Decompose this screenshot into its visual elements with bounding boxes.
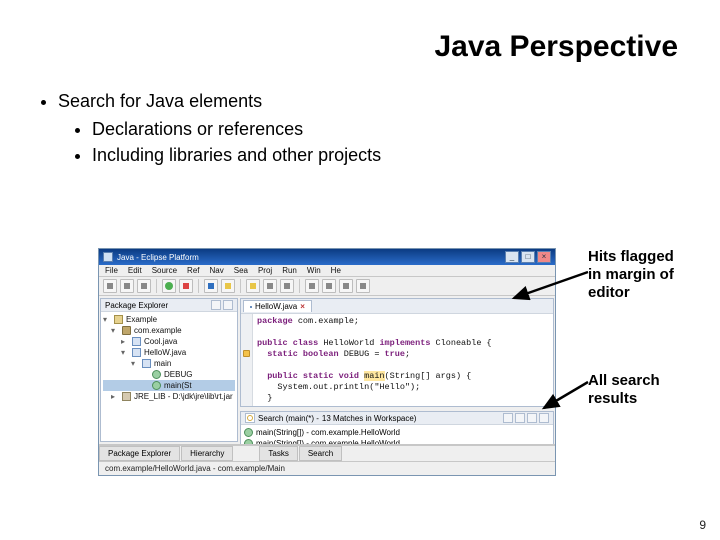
editor-view: HelloW.java × package com.example; publi…	[240, 298, 554, 407]
search-history-button[interactable]	[539, 413, 549, 423]
close-tab-icon[interactable]: ×	[300, 302, 305, 311]
new-class-button[interactable]	[204, 279, 218, 293]
run-button[interactable]	[162, 279, 176, 293]
menu-run[interactable]: Run	[282, 266, 297, 275]
tree-package[interactable]: ▾com.example	[103, 325, 235, 336]
window-title: Java - Eclipse Platform	[117, 253, 199, 262]
tree-class[interactable]: ▸Cool.java	[103, 336, 235, 347]
tree-type[interactable]: ▾main	[103, 358, 235, 369]
java-file-icon	[250, 306, 252, 308]
save-button[interactable]	[120, 279, 134, 293]
bullet-lvl2: Including libraries and other projects	[92, 142, 684, 168]
toolbar-button[interactable]	[263, 279, 277, 293]
menu-navigate[interactable]: Nav	[210, 266, 224, 275]
print-button[interactable]	[137, 279, 151, 293]
bullet-list: Search for Java elements Declarations or…	[36, 88, 684, 168]
search-nav-up-button[interactable]	[503, 413, 513, 423]
tab-tasks[interactable]: Tasks	[259, 446, 297, 461]
menu-edit[interactable]: Edit	[128, 266, 142, 275]
tree-jre[interactable]: ▸JRE_LIB - D:\jdk\jre\lib\rt.jar	[103, 391, 235, 402]
close-button[interactable]: ×	[537, 251, 551, 263]
maximize-button[interactable]: □	[521, 251, 535, 263]
search-count: 13 Matches in Workspace)	[322, 414, 417, 423]
ide-bottom-tabs: Package Explorer Hierarchy Tasks Search	[99, 445, 555, 461]
toolbar-button[interactable]	[339, 279, 353, 293]
search-icon	[245, 413, 255, 423]
search-hit-marker	[243, 350, 250, 357]
search-nav-down-button[interactable]	[515, 413, 525, 423]
package-explorer-view: Package Explorer ▾Example ▾com.example ▸…	[100, 298, 238, 442]
toolbar-button[interactable]	[305, 279, 319, 293]
tree-project[interactable]: ▾Example	[103, 314, 235, 325]
search-remove-button[interactable]	[527, 413, 537, 423]
bullet-lvl1: Search for Java elements	[58, 88, 684, 114]
toolbar-button[interactable]	[280, 279, 294, 293]
menu-window[interactable]: Win	[307, 266, 321, 275]
minimize-button[interactable]: _	[505, 251, 519, 263]
bullet-lvl2: Declarations or references	[92, 116, 684, 142]
open-type-button[interactable]	[221, 279, 235, 293]
status-bar: com.example/HelloWorld.java - com.exampl…	[99, 461, 555, 475]
search-view: Search (main(*) - 13 Matches in Workspac…	[240, 411, 554, 445]
search-title-text: Search (main(*) -	[258, 414, 319, 423]
ide-toolbar	[99, 277, 555, 296]
method-icon	[244, 428, 253, 437]
menu-help[interactable]: He	[331, 266, 341, 275]
tab-search[interactable]: Search	[299, 446, 342, 461]
toolbar-button[interactable]	[322, 279, 336, 293]
tree-field[interactable]: DEBUG	[103, 369, 235, 380]
view-title: Package Explorer	[105, 301, 168, 310]
view-menu-button[interactable]	[211, 300, 221, 310]
debug-button[interactable]	[179, 279, 193, 293]
menu-source[interactable]: Source	[152, 266, 177, 275]
tree-method-selected[interactable]: main(St	[103, 380, 235, 391]
search-result-row[interactable]: main(String[]) - com.example.HelloWorld	[244, 438, 550, 445]
menu-project[interactable]: Proj	[258, 266, 272, 275]
editor-gutter	[241, 314, 253, 406]
tab-package-explorer[interactable]: Package Explorer	[99, 446, 180, 461]
ide-screenshot: Java - Eclipse Platform _ □ × File Edit …	[98, 248, 556, 476]
toolbar-button[interactable]	[356, 279, 370, 293]
tree-class[interactable]: ▾HelloW.java	[103, 347, 235, 358]
page-number: 9	[699, 518, 706, 532]
search-hit-inline: main	[364, 371, 384, 381]
annotation-results: All search results	[588, 372, 698, 408]
menu-file[interactable]: File	[105, 266, 118, 275]
slide-title: Java Perspective	[36, 30, 684, 64]
menu-search[interactable]: Sea	[234, 266, 248, 275]
search-button[interactable]	[246, 279, 260, 293]
eclipse-icon	[103, 252, 113, 262]
menu-refactor[interactable]: Ref	[187, 266, 199, 275]
tab-hierarchy[interactable]: Hierarchy	[181, 446, 233, 461]
editor-code[interactable]: package com.example; public class HelloW…	[253, 314, 553, 406]
annotation-hits: Hits flagged in margin of editor	[588, 248, 688, 302]
editor-tab[interactable]: HelloW.java ×	[243, 300, 312, 312]
view-min-button[interactable]	[223, 300, 233, 310]
ide-titlebar: Java - Eclipse Platform _ □ ×	[99, 249, 555, 265]
ide-menubar: File Edit Source Ref Nav Sea Proj Run Wi…	[99, 265, 555, 277]
search-result-row[interactable]: main(String[]) - com.example.HelloWorld	[244, 427, 550, 438]
new-button[interactable]	[103, 279, 117, 293]
